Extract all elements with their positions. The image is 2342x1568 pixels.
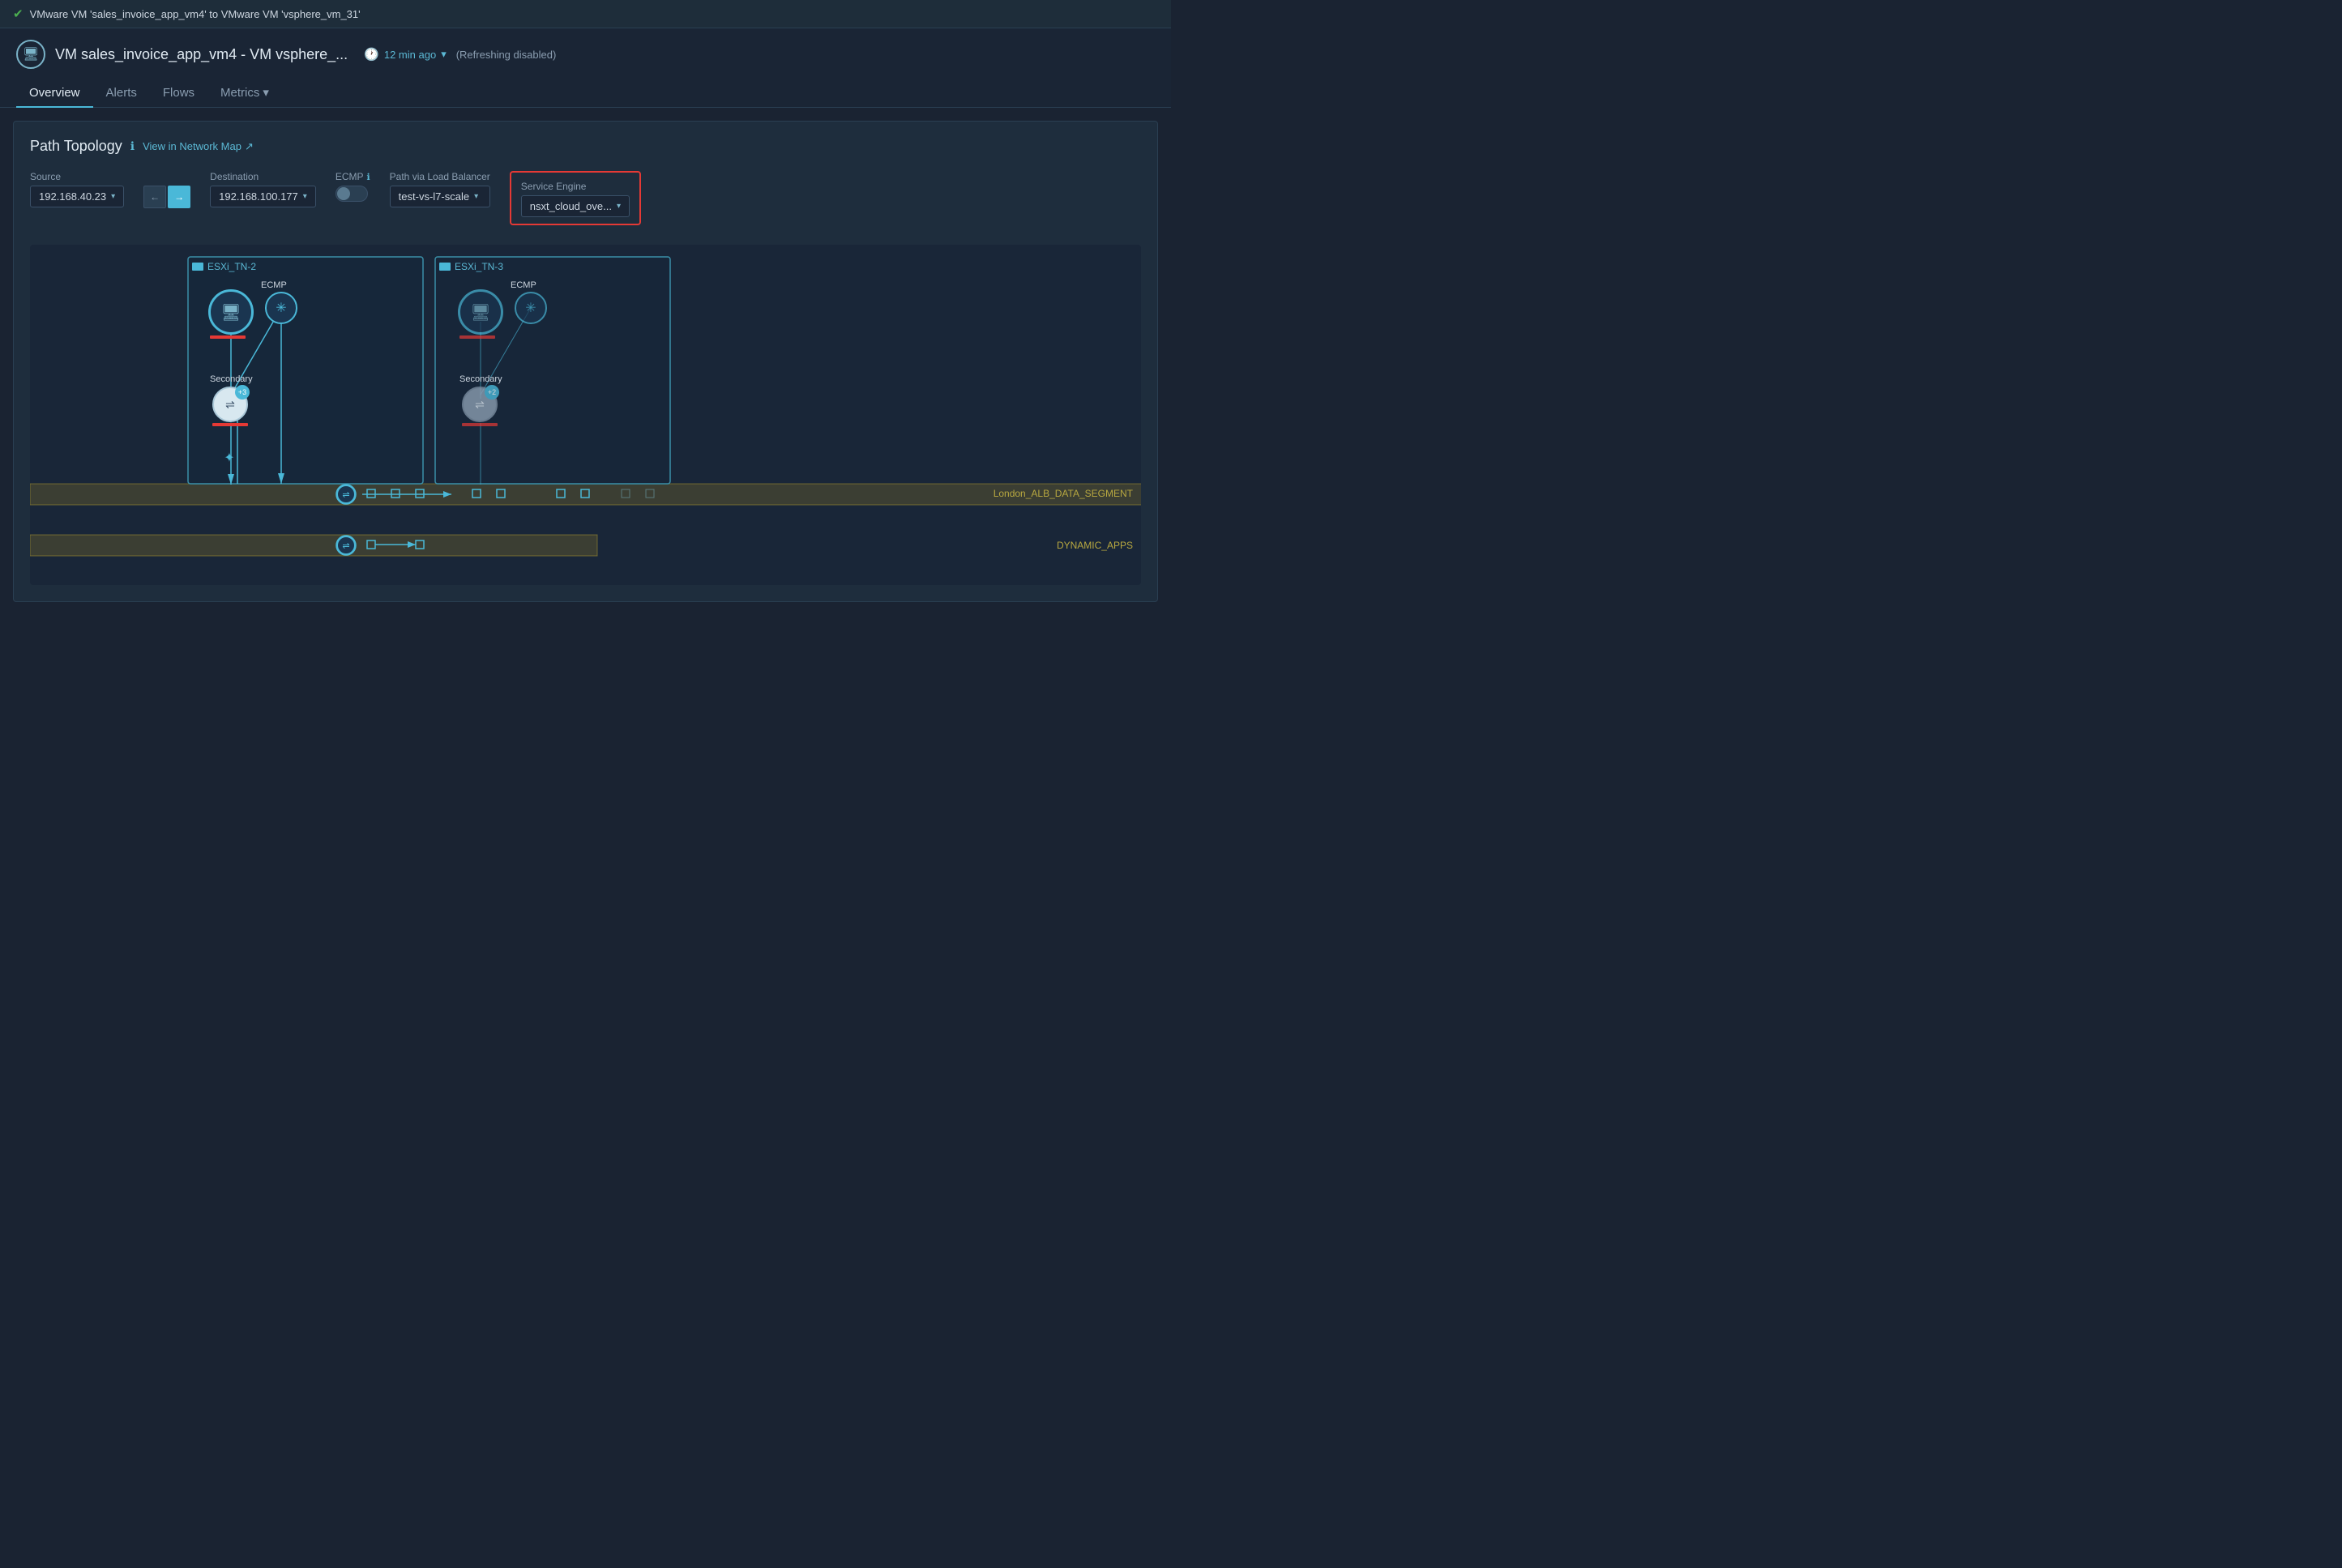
tab-alerts[interactable]: Alerts xyxy=(93,79,150,108)
cross-node-left: ✦ xyxy=(221,450,237,466)
header-time[interactable]: 🕐 12 min ago ▾ xyxy=(364,47,447,62)
esxi-left-name: ESXi_TN-2 xyxy=(207,261,256,272)
view-network-map-label: View in Network Map xyxy=(143,140,241,152)
time-value: 12 min ago xyxy=(384,49,436,61)
esxi-left-icon xyxy=(192,263,203,271)
ecmp-node-left: ✳ xyxy=(265,292,297,324)
ecmp-label-right: ECMP xyxy=(511,280,536,290)
ecmp-info-icon[interactable]: ℹ xyxy=(366,172,370,182)
service-engine-dropdown-arrow: ▾ xyxy=(617,202,621,211)
ecmp-label-left: ECMP xyxy=(261,280,287,290)
secondary-label-left: Secondary xyxy=(210,374,253,384)
esxi-right-icon xyxy=(439,263,451,271)
segment2-label: DYNAMIC_APPS xyxy=(1057,540,1133,551)
notification-bar: ✔ VMware VM 'sales_invoice_app_vm4' to V… xyxy=(0,0,1171,28)
tab-flows[interactable]: Flows xyxy=(150,79,207,108)
path-via-lb-dropdown-arrow: ▾ xyxy=(474,192,478,201)
esxi-left-title: ESXi_TN-2 xyxy=(192,261,256,272)
controls-row: Source 192.168.40.23 ▾ ← → Destination 1… xyxy=(30,171,1141,225)
destination-control: Destination 192.168.100.177 ▾ xyxy=(210,171,316,207)
tab-metrics-label: Metrics xyxy=(220,86,259,100)
router-icon-segment1: ⇌ xyxy=(336,485,356,504)
service-engine-control: Service Engine nsxt_cloud_ove... ▾ xyxy=(510,171,641,225)
direction-control: ← → xyxy=(143,171,190,208)
direction-arrows: ← → xyxy=(143,186,190,208)
header-title: VM sales_invoice_app_vm4 - VM vsphere_..… xyxy=(55,46,348,63)
secondary-node-left: ⇌ +3 xyxy=(212,387,248,422)
vm-icon: 🖥 xyxy=(16,40,45,69)
vm-icon-symbol: 🖥 xyxy=(23,46,39,62)
source-label: Source xyxy=(30,171,124,182)
secondary-badge-right: +2 xyxy=(485,385,499,399)
secondary-badge-left: +3 xyxy=(235,385,250,399)
vm-connector-red-right xyxy=(459,335,495,339)
topology-svg xyxy=(30,245,1141,585)
secondary-connector-red-right xyxy=(462,423,498,426)
source-dropdown-arrow: ▾ xyxy=(111,192,115,201)
path-via-lb-dropdown[interactable]: test-vs-l7-scale ▾ xyxy=(390,186,490,207)
vm-node-right: 🖥 xyxy=(458,289,503,335)
ecmp-toggle[interactable] xyxy=(335,186,368,202)
destination-label: Destination xyxy=(210,171,316,182)
path-via-lb-label: Path via Load Balancer xyxy=(390,171,490,182)
external-link-icon: ↗ xyxy=(245,140,254,153)
clock-icon: 🕐 xyxy=(364,47,379,62)
ecmp-control: ECMP ℹ xyxy=(335,171,370,202)
main-content: Path Topology ℹ View in Network Map ↗ So… xyxy=(13,121,1158,602)
section-header: Path Topology ℹ View in Network Map ↗ xyxy=(30,138,1141,155)
vm-node-left: 🖥 xyxy=(208,289,254,335)
arrow-left-btn[interactable]: ← xyxy=(143,186,166,208)
source-dropdown[interactable]: 192.168.40.23 ▾ xyxy=(30,186,124,207)
ecmp-node-right: ✳ xyxy=(515,292,547,324)
info-icon[interactable]: ℹ xyxy=(130,139,135,153)
ecmp-label: ECMP xyxy=(335,171,364,182)
topology-diagram: ESXi_TN-2 ESXi_TN-3 🖥 ✳ ECMP ⇌ +3 Second… xyxy=(30,245,1141,585)
service-engine-dropdown[interactable]: nsxt_cloud_ove... ▾ xyxy=(521,195,630,217)
refreshing-status: (Refreshing disabled) xyxy=(456,49,557,61)
segment1-label: London_ALB_DATA_SEGMENT xyxy=(994,488,1133,499)
esxi-right-title: ESXi_TN-3 xyxy=(439,261,503,272)
router-icon-segment2: ⇌ xyxy=(336,536,356,555)
destination-dropdown[interactable]: 192.168.100.177 ▾ xyxy=(210,186,316,207)
section-title: Path Topology xyxy=(30,138,122,155)
secondary-node-right: ⇌ +2 xyxy=(462,387,498,422)
path-via-lb-control: Path via Load Balancer test-vs-l7-scale … xyxy=(390,171,490,207)
path-via-lb-value: test-vs-l7-scale xyxy=(399,190,469,203)
service-engine-label: Service Engine xyxy=(521,181,587,192)
secondary-label-right: Secondary xyxy=(459,374,502,384)
vm-connector-red-left xyxy=(210,335,246,339)
esxi-right-name: ESXi_TN-3 xyxy=(455,261,503,272)
header-bar: 🖥 VM sales_invoice_app_vm4 - VM vsphere_… xyxy=(0,28,1171,108)
source-control: Source 192.168.40.23 ▾ xyxy=(30,171,124,207)
chevron-down-icon-metrics: ▾ xyxy=(263,85,269,100)
chevron-down-icon: ▾ xyxy=(441,48,447,61)
view-network-map-link[interactable]: View in Network Map ↗ xyxy=(143,140,254,153)
destination-dropdown-arrow: ▾ xyxy=(303,192,307,201)
notification-message: VMware VM 'sales_invoice_app_vm4' to VMw… xyxy=(30,8,361,20)
arrow-right-btn[interactable]: → xyxy=(168,186,190,208)
check-icon: ✔ xyxy=(13,6,24,21)
source-value: 192.168.40.23 xyxy=(39,190,106,203)
tab-overview[interactable]: Overview xyxy=(16,79,93,108)
tab-metrics[interactable]: Metrics ▾ xyxy=(207,79,282,108)
nav-tabs: Overview Alerts Flows Metrics ▾ xyxy=(16,79,1155,107)
secondary-connector-red-left xyxy=(212,423,248,426)
destination-value: 192.168.100.177 xyxy=(219,190,298,203)
service-engine-value: nsxt_cloud_ove... xyxy=(530,200,612,212)
